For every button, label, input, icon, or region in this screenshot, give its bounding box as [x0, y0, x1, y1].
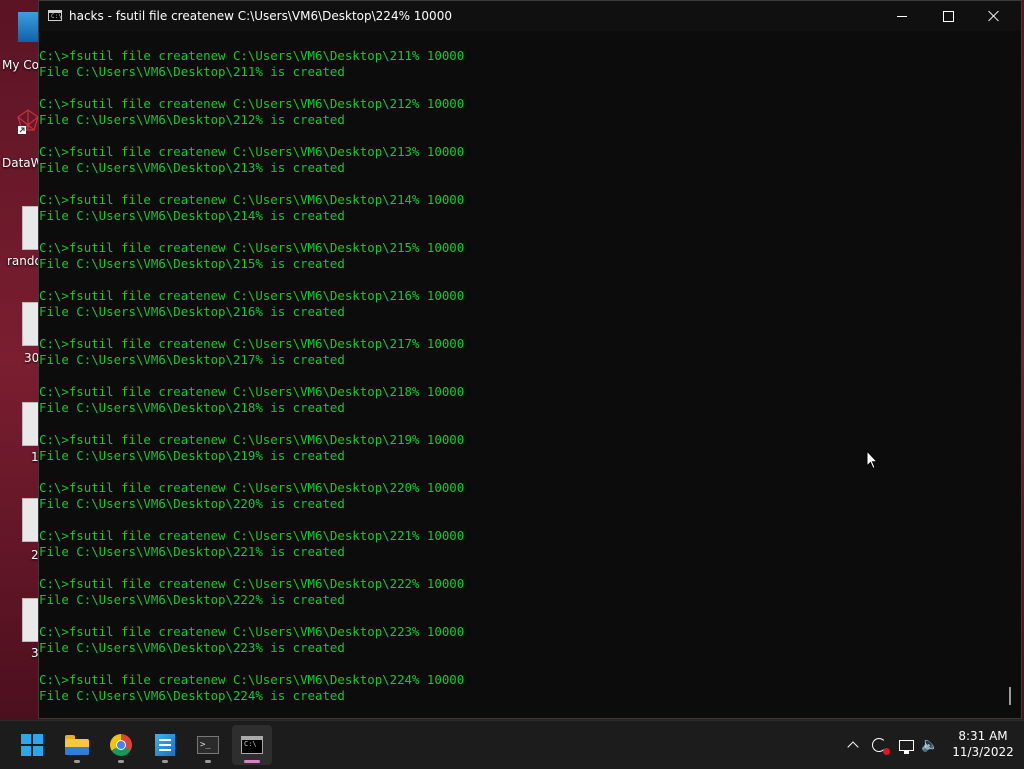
desktop-icon-rando[interactable]: rando	[0, 206, 42, 272]
console-line: C:\>fsutil file createnew C:\Users\VM6\D…	[39, 336, 465, 351]
desktop-icon-3[interactable]: 3	[0, 598, 42, 664]
close-icon	[988, 10, 1000, 22]
cmd-icon: C:\	[48, 10, 62, 21]
folder-icon	[65, 735, 89, 755]
console-line: File C:\Users\VM6\Desktop\214% is create…	[39, 208, 345, 223]
console-line: C:\>fsutil file createnew C:\Users\VM6\D…	[39, 432, 465, 447]
taskbar: >_ C:\ 🔈 8:31 AM 11/3/2022	[0, 720, 1024, 769]
sync-status-button[interactable]	[869, 735, 890, 755]
start-button[interactable]	[12, 725, 52, 765]
terminal-icon: >_	[197, 736, 219, 754]
taskbar-file-explorer[interactable]	[57, 725, 97, 765]
sync-icon	[872, 738, 890, 755]
console-line: File C:\Users\VM6\Desktop\221% is create…	[39, 544, 345, 559]
console-line: File C:\Users\VM6\Desktop\222% is create…	[39, 592, 345, 607]
minimize-icon	[897, 15, 907, 17]
console-window[interactable]: C:\ hacks - fsutil file createnew C:\Use…	[38, 0, 1022, 719]
taskbar-chrome[interactable]	[101, 725, 141, 765]
desktop-icon-30[interactable]: 30	[0, 302, 42, 368]
console-line: File C:\Users\VM6\Desktop\213% is create…	[39, 160, 345, 175]
maximize-button[interactable]	[925, 1, 971, 31]
console-line: File C:\Users\VM6\Desktop\212% is create…	[39, 112, 345, 127]
console-line: C:\>fsutil file createnew C:\Users\VM6\D…	[39, 624, 465, 639]
console-line: File C:\Users\VM6\Desktop\224% is create…	[39, 688, 345, 703]
console-lines: C:\>fsutil file createnew C:\Users\VM6\D…	[39, 48, 464, 704]
scrollbar-thumb[interactable]	[1009, 687, 1011, 705]
console-line: C:\>fsutil file createnew C:\Users\VM6\D…	[39, 672, 465, 687]
console-line: C:\>fsutil file createnew C:\Users\VM6\D…	[39, 384, 465, 399]
console-line: File C:\Users\VM6\Desktop\220% is create…	[39, 496, 345, 511]
console-line: C:\>fsutil file createnew C:\Users\VM6\D…	[39, 240, 465, 255]
console-line: C:\>fsutil file createnew C:\Users\VM6\D…	[39, 288, 465, 303]
desktop-icon-1[interactable]: 1	[0, 402, 42, 468]
close-button[interactable]	[971, 1, 1017, 31]
show-hidden-icons-button[interactable]	[845, 735, 861, 755]
console-line: File C:\Users\VM6\Desktop\217% is create…	[39, 352, 345, 367]
console-line: C:\>fsutil file createnew C:\Users\VM6\D…	[39, 528, 465, 543]
title-bar[interactable]: C:\ hacks - fsutil file createnew C:\Use…	[39, 1, 1021, 31]
console-line: File C:\Users\VM6\Desktop\215% is create…	[39, 256, 345, 271]
console-line: File C:\Users\VM6\Desktop\211% is create…	[39, 64, 345, 79]
console-line: C:\>fsutil file createnew C:\Users\VM6\D…	[39, 576, 465, 591]
taskbar-command-prompt[interactable]: C:\	[232, 725, 272, 765]
speaker-icon: 🔈	[921, 737, 939, 753]
chevron-up-icon	[847, 741, 859, 753]
console-line: File C:\Users\VM6\Desktop\216% is create…	[39, 304, 345, 319]
desktop-icon-my-computer[interactable]: My Co	[0, 12, 40, 82]
console-line: C:\>fsutil file createnew C:\Users\VM6\D…	[39, 96, 465, 111]
taskbar-terminal[interactable]: >_	[188, 725, 228, 765]
console-line: C:\>fsutil file createnew C:\Users\VM6\D…	[39, 192, 465, 207]
console-output[interactable]: C:\>fsutil file createnew C:\Users\VM6\D…	[39, 31, 1001, 717]
console-line: File C:\Users\VM6\Desktop\223% is create…	[39, 640, 345, 655]
vertical-scrollbar[interactable]	[1001, 31, 1021, 717]
console-line: File C:\Users\VM6\Desktop\218% is create…	[39, 400, 345, 415]
desktop-icon-label: rando	[7, 254, 42, 268]
desktop-icon-label: DataW	[2, 156, 43, 170]
mouse-pointer-icon	[866, 450, 878, 470]
network-icon	[898, 739, 914, 754]
console-line: C:\>fsutil file createnew C:\Users\VM6\D…	[39, 480, 465, 495]
taskbar-app[interactable]	[145, 725, 185, 765]
cmd-icon: C:\	[241, 736, 263, 754]
desktop-icon-label: My Co	[2, 58, 39, 72]
chrome-icon	[110, 734, 132, 756]
minimize-button[interactable]	[879, 1, 925, 31]
clock[interactable]: 8:31 AM 11/3/2022	[944, 728, 1022, 760]
windows-logo-icon	[21, 734, 43, 756]
computer-icon	[18, 12, 40, 42]
dataw-icon	[16, 108, 40, 136]
console-line: C:\>fsutil file createnew C:\Users\VM6\D…	[39, 144, 465, 159]
volume-button[interactable]: 🔈	[920, 735, 940, 755]
desktop-icon-dataw[interactable]: DataW	[0, 108, 43, 174]
console-line: C:\>fsutil file createnew C:\Users\VM6\D…	[39, 48, 465, 63]
console-line: File C:\Users\VM6\Desktop\219% is create…	[39, 448, 345, 463]
network-button[interactable]	[896, 735, 916, 755]
desktop-icon-2[interactable]: 2	[0, 498, 42, 564]
window-title: hacks - fsutil file createnew C:\Users\V…	[69, 9, 452, 23]
maximize-icon	[942, 10, 954, 22]
clock-date: 11/3/2022	[952, 745, 1014, 759]
clock-time: 8:31 AM	[958, 729, 1008, 743]
desktop-icon-label: 30	[24, 351, 40, 365]
app-icon	[155, 734, 175, 756]
